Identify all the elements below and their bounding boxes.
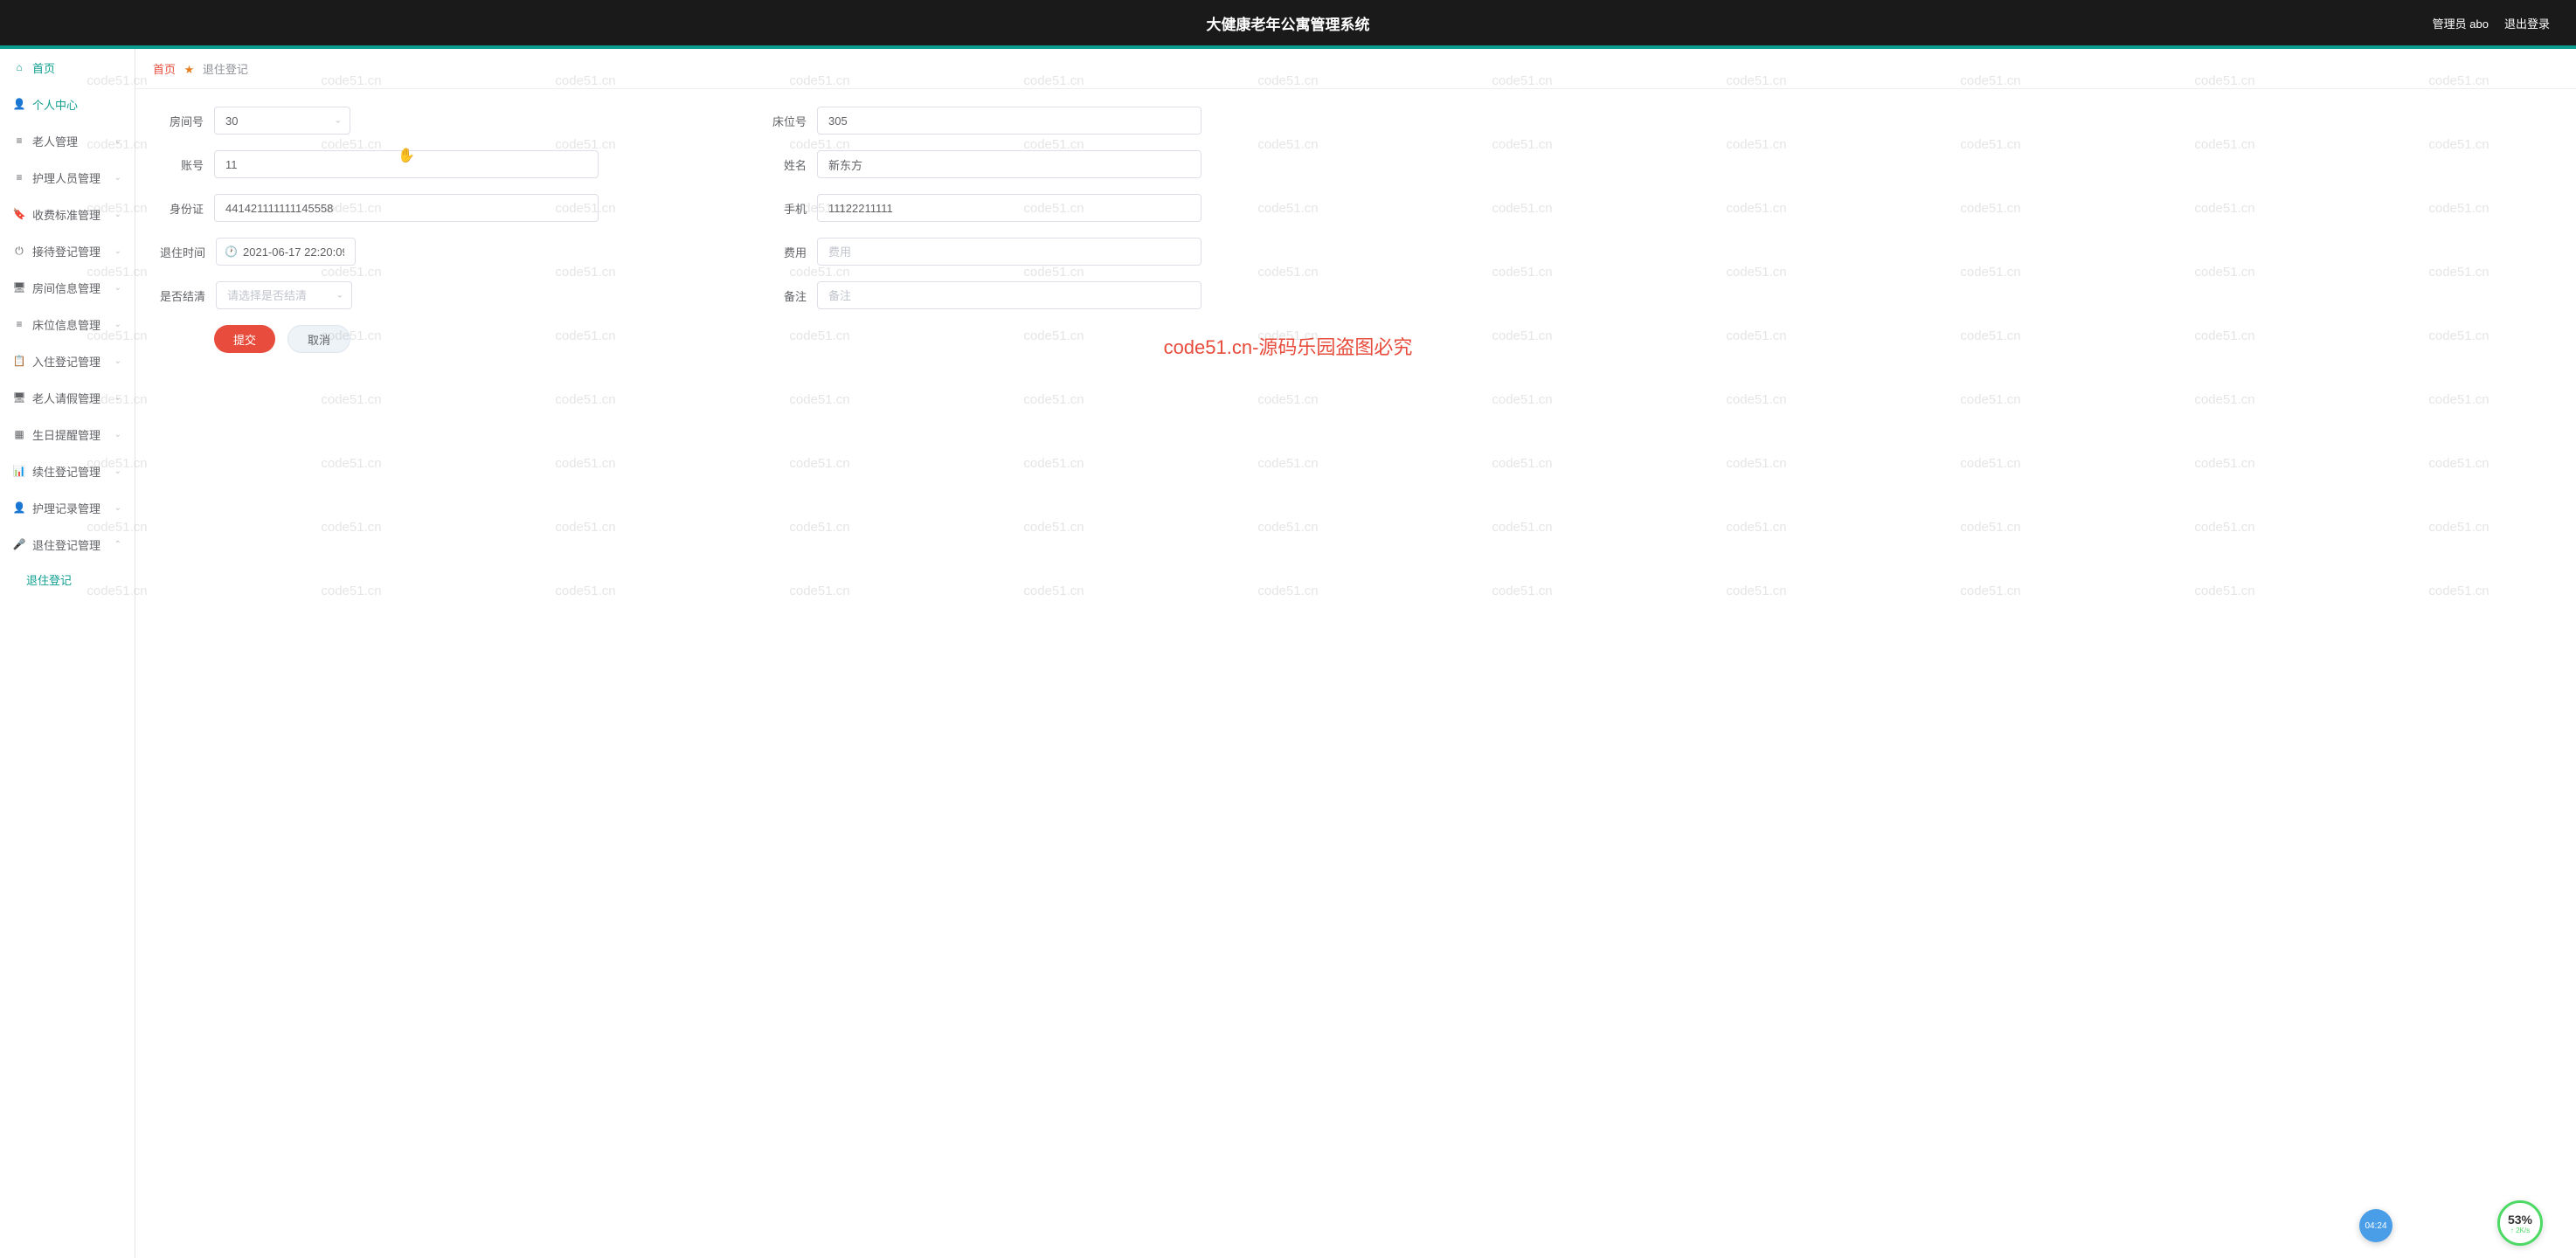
sidebar-item-profile[interactable]: 👤 个人中心 [0,86,135,122]
sidebar-item-leave[interactable]: 🖥 老人请假管理 ⌄ [0,379,135,416]
sidebar-item-fee[interactable]: 🔖 收费标准管理 ⌄ [0,196,135,232]
chevron-up-icon: ⌃ [114,540,121,550]
chevron-down-icon: ⌄ [114,246,121,256]
chevron-down-icon: ⌄ [114,283,121,293]
meter-percent: 53% [2508,1213,2532,1227]
submenu-label: 退住登记 [26,571,72,588]
power-icon: ⏻ [13,245,25,257]
settled-label: 是否结清 [153,287,216,304]
sidebar-item-label: 入住登记管理 [32,353,114,370]
bed-input[interactable] [817,107,1201,135]
grid-icon: ▦ [13,428,25,440]
chevron-down-icon: ⌄ [114,393,121,403]
chevron-down-icon: ⌄ [114,210,121,219]
sidebar-item-label: 老人请假管理 [32,390,114,406]
sidebar-item-renew[interactable]: 📊 续住登记管理 ⌄ [0,453,135,489]
room-select[interactable] [214,107,350,135]
settled-select[interactable] [216,281,352,309]
chevron-down-icon: ⌄ [114,320,121,329]
sidebar-item-reception[interactable]: ⏻ 接待登记管理 ⌄ [0,232,135,269]
meter-widget[interactable]: 53% ↑ 2K/s [2497,1200,2543,1246]
chevron-down-icon: ⌄ [114,503,121,513]
sidebar-item-room[interactable]: 🖥 房间信息管理 ⌄ [0,269,135,306]
list-icon: ≡ [13,171,25,183]
home-icon: ⌂ [13,61,25,73]
phone-input[interactable] [817,194,1201,222]
monitor-icon: 🖥 [13,281,25,294]
sidebar-item-checkin[interactable]: 📋 入住登记管理 ⌄ [0,342,135,379]
list-icon: ≡ [13,318,25,330]
mic-icon: 🎤 [13,538,25,550]
clock-icon: 🕐 [225,245,238,258]
checkout-form: 房间号 ⌄ 床位号 账号 姓名 [135,89,2576,370]
bed-label: 床位号 [756,113,817,129]
sidebar-item-label: 房间信息管理 [32,280,114,296]
monitor-icon: 🖥 [13,391,25,404]
submit-button[interactable]: 提交 [214,325,275,353]
sidebar-item-elderly[interactable]: ≡ 老人管理 ⌄ [0,122,135,159]
sidebar-item-checkout[interactable]: 🎤 退住登记管理 ⌃ [0,526,135,563]
sidebar-item-label: 护理记录管理 [32,500,114,516]
chevron-down-icon: ⌄ [114,173,121,183]
sidebar-item-label: 床位信息管理 [32,316,114,333]
user-icon: 👤 [13,501,25,514]
sidebar-item-label: 护理人员管理 [32,169,114,186]
admin-label[interactable]: 管理员 abo [2433,15,2489,31]
idcard-input[interactable] [214,194,599,222]
breadcrumb-separator-icon: ★ [184,63,195,76]
app-header: 大健康老年公寓管理系统 管理员 abo 退出登录 [0,0,2576,45]
sidebar-item-label: 续住登记管理 [32,463,114,480]
sidebar-item-label: 老人管理 [32,133,114,149]
breadcrumb-home[interactable]: 首页 [153,63,176,76]
sidebar-item-label: 个人中心 [32,96,121,113]
idcard-label: 身份证 [153,200,214,217]
room-label: 房间号 [153,113,214,129]
sidebar-item-label: 退住登记管理 [32,536,114,553]
time-widget[interactable]: 04:24 [2359,1209,2392,1242]
user-icon: 👤 [13,98,25,110]
sidebar-item-bed[interactable]: ≡ 床位信息管理 ⌄ [0,306,135,342]
sidebar-item-label: 生日提醒管理 [32,426,114,443]
breadcrumb: 首页 ★ 退住登记 [135,49,2576,89]
name-input[interactable] [817,150,1201,178]
main-content: 首页 ★ 退住登记 房间号 ⌄ 床位号 [135,49,2576,1258]
sidebar-item-label: 收费标准管理 [32,206,114,223]
remark-label: 备注 [756,287,817,304]
sidebar-item-birthday[interactable]: ▦ 生日提醒管理 ⌄ [0,416,135,453]
checkout-time-label: 退住时间 [153,244,216,260]
phone-label: 手机 [756,200,817,217]
sidebar-item-home[interactable]: ⌂ 首页 [0,49,135,86]
time-value: 04:24 [2365,1221,2386,1231]
account-label: 账号 [153,156,214,173]
account-input[interactable] [214,150,599,178]
name-label: 姓名 [756,156,817,173]
sidebar: ⌂ 首页 👤 个人中心 ≡ 老人管理 ⌄ ≡ 护理人员管理 ⌄ 🔖 收费标准管理… [0,49,135,1258]
sidebar-item-label: 接待登记管理 [32,243,114,259]
breadcrumb-current: 退住登记 [203,63,248,76]
sidebar-item-nurse[interactable]: ≡ 护理人员管理 ⌄ [0,159,135,196]
remark-input[interactable] [817,281,1201,309]
fee-label: 费用 [756,244,817,260]
chart-icon: 📊 [13,465,25,477]
meter-sub: ↑ 2K/s [2510,1227,2530,1234]
app-title: 大健康老年公寓管理系统 [1207,12,1370,34]
chevron-down-icon: ⌄ [114,136,121,146]
cancel-button[interactable]: 取消 [287,325,350,353]
chevron-down-icon: ⌄ [114,430,121,439]
sidebar-subitem-checkout-register[interactable]: 退住登记 [0,563,135,596]
clipboard-icon: 📋 [13,355,25,367]
fee-input[interactable] [817,238,1201,266]
bookmark-icon: 🔖 [13,208,25,220]
header-right: 管理员 abo 退出登录 [2433,15,2550,31]
chevron-down-icon: ⌄ [114,467,121,476]
list-icon: ≡ [13,135,25,147]
sidebar-item-nursing-record[interactable]: 👤 护理记录管理 ⌄ [0,489,135,526]
logout-link[interactable]: 退出登录 [2504,15,2550,31]
sidebar-item-label: 首页 [32,59,121,76]
chevron-down-icon: ⌄ [114,356,121,366]
